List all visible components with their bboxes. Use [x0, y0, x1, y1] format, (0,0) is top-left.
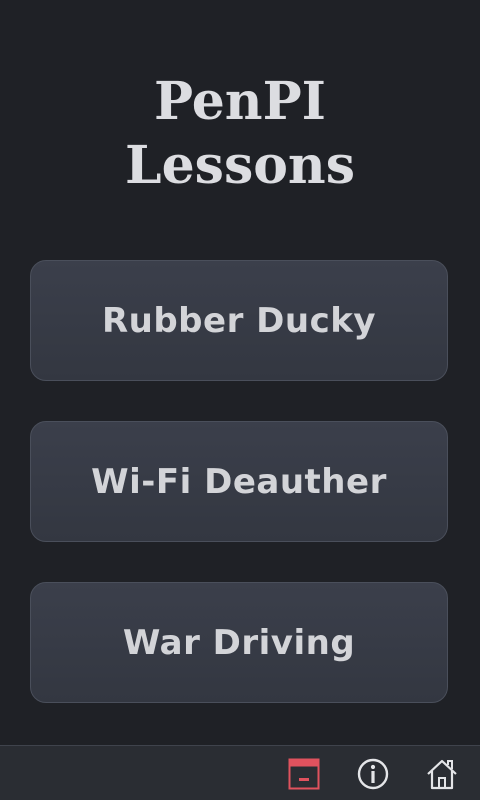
- war-driving-button[interactable]: War Driving: [30, 582, 448, 703]
- bottom-bar: [0, 745, 480, 800]
- wifi-deauther-label: Wi-Fi Deauther: [91, 461, 387, 502]
- rubber-ducky-label: Rubber Ducky: [101, 300, 377, 341]
- page-title-line1: PenPI: [153, 71, 327, 132]
- page-title: PenPI Lessons: [0, 70, 480, 198]
- info-icon[interactable]: [355, 756, 391, 792]
- wifi-deauther-button[interactable]: Wi-Fi Deauther: [30, 421, 448, 542]
- minimize-window-icon[interactable]: [286, 756, 322, 792]
- page-title-line2: Lessons: [125, 135, 355, 196]
- lessons-screen: PenPI Lessons Rubber Ducky Wi-Fi Deauthe…: [0, 0, 480, 800]
- rubber-ducky-button[interactable]: Rubber Ducky: [30, 260, 448, 381]
- war-driving-label: War Driving: [122, 622, 356, 663]
- home-icon[interactable]: [424, 756, 460, 792]
